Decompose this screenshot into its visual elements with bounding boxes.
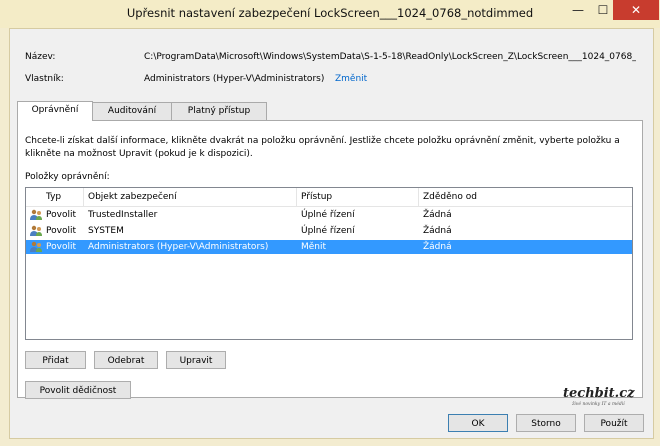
maximize-button[interactable]: ☐ — [591, 0, 615, 20]
add-button[interactable]: Přidat — [25, 351, 86, 369]
list-header: Typ Objekt zabezpečení Přístup Zděděno o… — [26, 188, 632, 207]
table-row-selected[interactable]: Povolit Administrators (Hyper-V\Administ… — [26, 240, 632, 254]
cell-access: Úplné řízení — [301, 210, 355, 220]
entries-label: Položky oprávnění: — [25, 172, 110, 182]
dialog-client-area: Název: C:\ProgramData\Microsoft\Windows\… — [9, 28, 654, 439]
cell-inherited: Žádná — [423, 226, 452, 236]
watermark-logo: techbit.cz — [563, 386, 635, 401]
owner-value: Administrators (Hyper-V\Administrators) — [144, 74, 325, 84]
cell-type: Povolit — [46, 226, 76, 236]
close-button[interactable]: ✕ — [613, 0, 659, 20]
description-line-1: Chcete-li získat další informace, klikně… — [25, 136, 620, 146]
apply-button[interactable]: Použít — [584, 414, 644, 432]
users-icon — [30, 209, 42, 220]
column-header-type[interactable]: Typ — [42, 188, 84, 206]
cell-access: Úplné řízení — [301, 226, 355, 236]
watermark-tagline: živé novinky IT a médií — [572, 402, 625, 407]
owner-label: Vlastník: — [25, 74, 64, 84]
cell-type: Povolit — [46, 210, 76, 220]
tab-permissions[interactable]: Oprávnění — [17, 101, 93, 121]
ok-button[interactable]: OK — [448, 414, 508, 432]
cell-access: Měnit — [301, 242, 327, 252]
cell-inherited: Žádná — [423, 242, 452, 252]
table-row[interactable]: Povolit SYSTEM Úplné řízení Žádná — [26, 224, 632, 238]
cell-inherited: Žádná — [423, 210, 452, 220]
column-header-access[interactable]: Přístup — [297, 188, 419, 206]
permissions-panel: Chcete-li získat další informace, klikně… — [17, 120, 643, 399]
name-value: C:\ProgramData\Microsoft\Windows\SystemD… — [144, 52, 636, 62]
minimize-button[interactable]: — — [565, 0, 591, 20]
name-label: Název: — [25, 52, 56, 62]
column-header-inherited[interactable]: Zděděno od — [419, 188, 632, 206]
table-row[interactable]: Povolit TrustedInstaller Úplné řízení Žá… — [26, 208, 632, 222]
cell-principal: TrustedInstaller — [88, 210, 158, 220]
tab-auditing[interactable]: Auditování — [91, 102, 173, 120]
window-title: Upřesnit nastavení zabezpečení LockScree… — [126, 6, 534, 20]
cancel-button[interactable]: Storno — [516, 414, 576, 432]
description-line-2: klikněte na možnost Upravit (pokud je k … — [25, 149, 253, 159]
title-bar: Upřesnit nastavení zabezpečení LockScree… — [0, 0, 660, 28]
users-icon — [30, 225, 42, 236]
remove-button[interactable]: Odebrat — [94, 351, 158, 369]
edit-button[interactable]: Upravit — [166, 351, 226, 369]
tab-effective-access[interactable]: Platný přístup — [171, 102, 267, 120]
column-header-principal[interactable]: Objekt zabezpečení — [84, 188, 297, 206]
cell-principal: SYSTEM — [88, 226, 124, 236]
permission-entries-list[interactable]: Typ Objekt zabezpečení Přístup Zděděno o… — [25, 187, 633, 340]
change-owner-link[interactable]: Změnit — [335, 74, 367, 84]
users-icon — [30, 241, 42, 252]
enable-inheritance-button[interactable]: Povolit dědičnost — [25, 381, 131, 399]
cell-type: Povolit — [46, 242, 76, 252]
cell-principal: Administrators (Hyper-V\Administrators) — [88, 242, 269, 252]
